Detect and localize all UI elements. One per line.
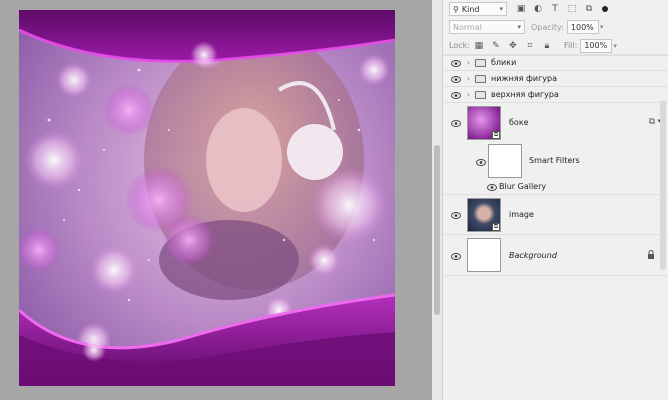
type-layer-filter-icon[interactable]: T <box>549 3 561 15</box>
blend-mode-select[interactable]: Normal ▾ <box>449 20 525 34</box>
blend-opacity-row: Normal ▾ Opacity: 100% ▾ <box>443 18 668 36</box>
eye-icon[interactable] <box>487 183 497 191</box>
filter-toggle-icon[interactable] <box>602 6 608 12</box>
shape-layer-filter-icon[interactable]: ⬚ <box>566 3 578 15</box>
layer-group-bliki[interactable]: › блики <box>443 54 668 70</box>
chevron-down-icon[interactable]: ▾ <box>600 23 604 31</box>
blend-mode-value: Normal <box>453 22 482 32</box>
filter-kind-select[interactable]: ⚲ Kind ▾ <box>449 2 507 16</box>
artwork-image <box>19 10 395 386</box>
layer-name: верхняя фигура <box>491 90 559 99</box>
smart-filter-indicator-icon[interactable]: ⧉ <box>649 117 655 127</box>
folder-icon <box>475 91 486 99</box>
lock-transparent-pixels-icon[interactable]: ▦ <box>473 40 485 52</box>
lock-icon[interactable] <box>647 250 655 262</box>
eye-icon[interactable] <box>451 252 461 260</box>
layer-boke[interactable]: ⧉ боке ⧉ ▾ <box>443 102 668 142</box>
smart-object-filter-icon[interactable]: ⧉ <box>583 3 595 15</box>
lock-label: Lock: <box>449 41 470 50</box>
filter-kind-label: Kind <box>461 4 480 14</box>
pixel-layer-filter-icon[interactable]: ▣ <box>515 3 527 15</box>
lock-position-icon[interactable]: ✥ <box>507 40 519 52</box>
layer-group-verkhnyaya-figura[interactable]: › верхняя фигура <box>443 86 668 102</box>
layer-name: Blur Gallery <box>499 182 547 191</box>
chevron-down-icon: ▾ <box>517 23 521 31</box>
layers-panel: ⚲ Kind ▾ ▣ ◐ T ⬚ ⧉ Normal ▾ Opacity: 100… <box>442 0 668 400</box>
layer-thumbnail <box>467 238 501 272</box>
opacity-label: Opacity: <box>531 22 564 32</box>
smart-filters-row[interactable]: Smart Filters <box>443 142 668 180</box>
eye-icon[interactable] <box>451 211 461 219</box>
lock-artboard-icon[interactable]: ⌗ <box>524 40 536 52</box>
folder-icon <box>475 59 486 67</box>
canvas-area[interactable] <box>0 0 432 400</box>
document-canvas[interactable] <box>19 10 395 386</box>
scrollbar-thumb[interactable] <box>434 145 440 315</box>
chevron-right-icon[interactable]: › <box>467 59 470 67</box>
panel-scrollbar-thumb[interactable] <box>660 100 666 270</box>
layer-group-nizhnyaya-figura[interactable]: › нижняя фигура <box>443 70 668 86</box>
chevron-right-icon[interactable]: › <box>467 91 470 99</box>
layer-name: Smart Filters <box>529 156 580 165</box>
layer-thumbnail: ⧉ <box>467 106 501 140</box>
fill-input[interactable]: 100% <box>580 38 613 53</box>
chevron-right-icon[interactable]: › <box>467 75 470 83</box>
eye-icon[interactable] <box>451 75 461 83</box>
smart-object-badge-icon: ⧉ <box>492 223 500 231</box>
layer-name: блики <box>491 58 517 67</box>
chevron-down-icon: ▾ <box>499 5 503 13</box>
folder-icon <box>475 75 486 83</box>
layer-name: Background <box>509 251 557 260</box>
filter-blur-gallery[interactable]: Blur Gallery <box>443 180 668 194</box>
lock-image-pixels-icon[interactable]: ✎ <box>490 40 502 52</box>
eye-icon[interactable] <box>451 91 461 99</box>
chevron-down-icon[interactable]: ▾ <box>613 42 617 50</box>
lock-all-icon[interactable]: 🔒︎ <box>541 40 553 52</box>
eye-icon[interactable] <box>476 158 486 166</box>
layer-name: боке <box>509 118 529 127</box>
search-icon: ⚲ <box>453 4 459 14</box>
layer-name: нижняя фигура <box>491 74 557 83</box>
smart-filter-mask-thumbnail[interactable] <box>488 144 522 178</box>
layer-filter-row: ⚲ Kind ▾ ▣ ◐ T ⬚ ⧉ <box>443 0 668 18</box>
opacity-input[interactable]: 100% <box>566 20 599 34</box>
layer-thumbnail: ⧉ <box>467 198 501 232</box>
layer-background[interactable]: Background <box>443 234 668 276</box>
adjustment-layer-filter-icon[interactable]: ◐ <box>532 3 544 15</box>
smart-object-badge-icon: ⧉ <box>492 131 500 139</box>
layer-name: image <box>509 210 534 219</box>
layer-image[interactable]: ⧉ image <box>443 194 668 234</box>
opacity-value: 100% <box>570 22 594 32</box>
vertical-scrollbar[interactable] <box>432 0 442 400</box>
eye-icon[interactable] <box>451 119 461 127</box>
fill-label: Fill: <box>563 41 578 50</box>
eye-icon[interactable] <box>451 59 461 67</box>
fill-value: 100% <box>584 41 608 50</box>
lock-fill-row: Lock: ▦ ✎ ✥ ⌗ 🔒︎ Fill: 100% ▾ <box>443 36 668 56</box>
